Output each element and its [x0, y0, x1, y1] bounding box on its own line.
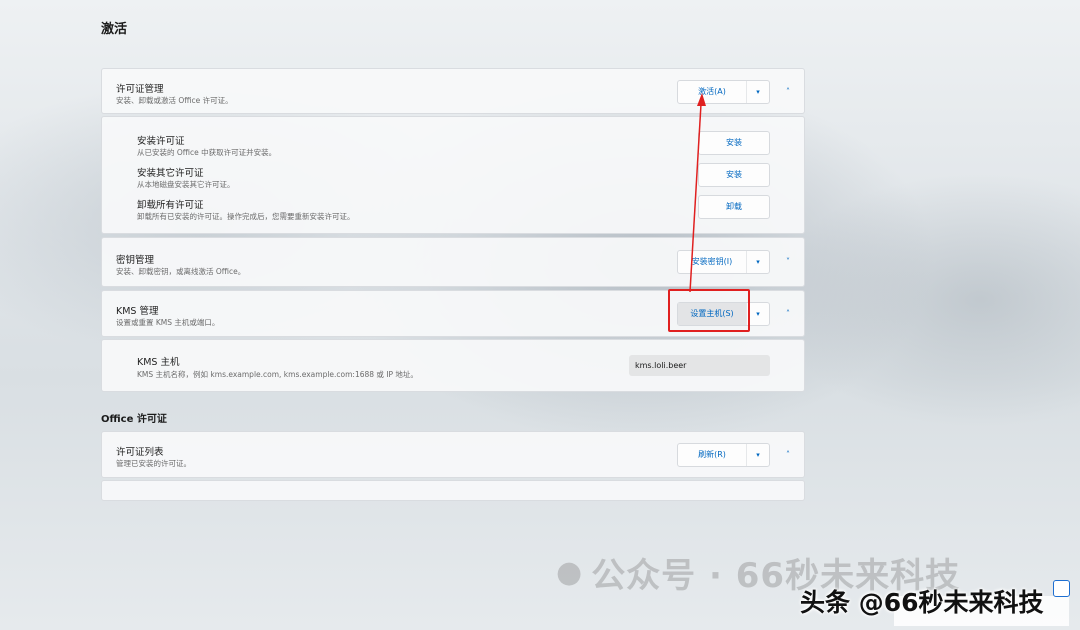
wechat-icon: ● — [556, 555, 584, 590]
watermark-overlay-text: 头条 @66秒未来科技 — [800, 588, 1044, 617]
annotation-arrow — [689, 93, 706, 293]
corner-square-icon — [1053, 580, 1070, 597]
